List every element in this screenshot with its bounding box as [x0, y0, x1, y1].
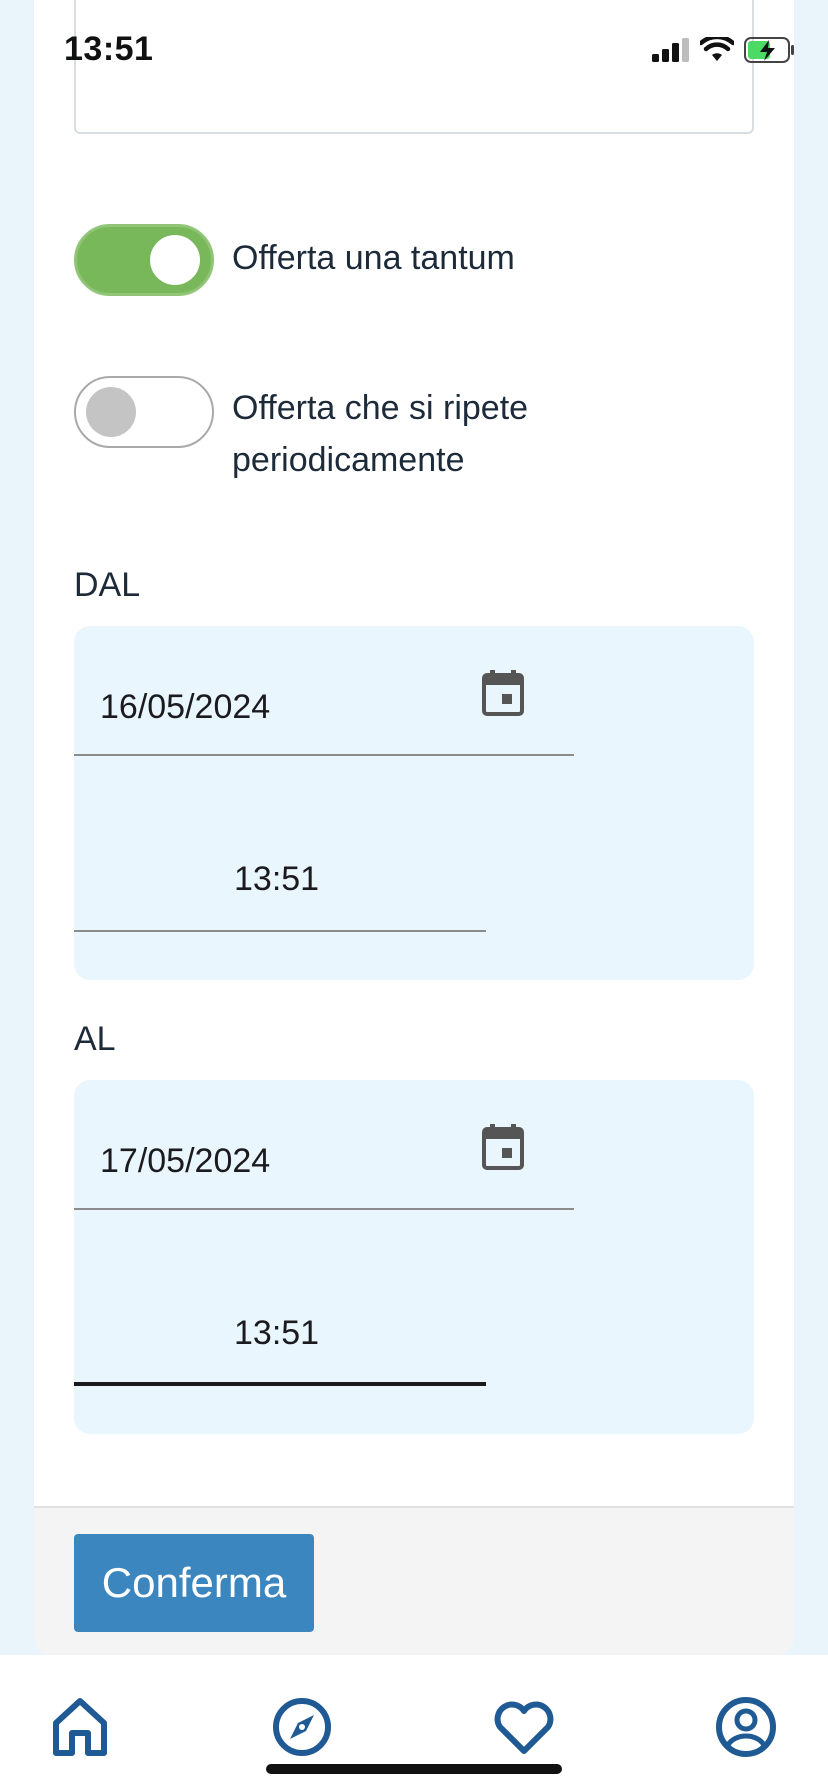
heart-icon[interactable]	[492, 1695, 556, 1759]
from-time-field[interactable]: 13:51	[74, 796, 486, 932]
home-icon[interactable]	[48, 1695, 112, 1759]
from-datetime-panel: 16/05/2024 13:51	[74, 626, 754, 980]
to-time-field[interactable]: 13:51	[74, 1250, 486, 1386]
from-date-value: 16/05/2024	[100, 688, 271, 726]
calendar-icon[interactable]	[482, 670, 524, 716]
home-indicator	[266, 1764, 562, 1774]
recurring-offer-label: Offerta che si ripete periodicamente	[232, 389, 529, 479]
calendar-icon[interactable]	[482, 1124, 524, 1170]
from-time-value: 13:51	[234, 860, 320, 898]
form-footer: Conferma	[34, 1506, 794, 1655]
status-time: 13:51	[64, 30, 154, 68]
toggle-knob	[86, 387, 136, 437]
one-time-offer-row: Offerta una tantum	[74, 224, 515, 296]
profile-icon[interactable]	[714, 1695, 778, 1759]
one-time-offer-toggle[interactable]	[74, 224, 214, 296]
signal-icon	[652, 38, 689, 62]
status-icons	[652, 36, 796, 64]
to-time-value: 13:51	[234, 1314, 320, 1352]
from-label: DAL	[74, 566, 141, 604]
status-bar: 13:51	[0, 0, 828, 100]
from-date-field[interactable]: 16/05/2024	[74, 626, 574, 756]
to-datetime-panel: 17/05/2024 13:51	[74, 1080, 754, 1434]
battery-charging-icon	[744, 37, 794, 63]
wifi-icon	[700, 37, 734, 61]
to-date-value: 17/05/2024	[100, 1142, 271, 1180]
recurring-offer-row: Offerta che si ripete periodicamente	[74, 376, 572, 486]
confirm-button[interactable]: Conferma	[74, 1534, 314, 1632]
one-time-offer-label: Offerta una tantum	[232, 239, 515, 277]
toggle-knob	[150, 235, 200, 285]
recurring-offer-toggle[interactable]	[74, 376, 214, 448]
compass-icon[interactable]	[270, 1695, 334, 1759]
to-label: AL	[74, 1020, 116, 1058]
form-card: Offerta una tantum Offerta che si ripete…	[34, 0, 794, 1655]
to-date-field[interactable]: 17/05/2024	[74, 1080, 574, 1210]
